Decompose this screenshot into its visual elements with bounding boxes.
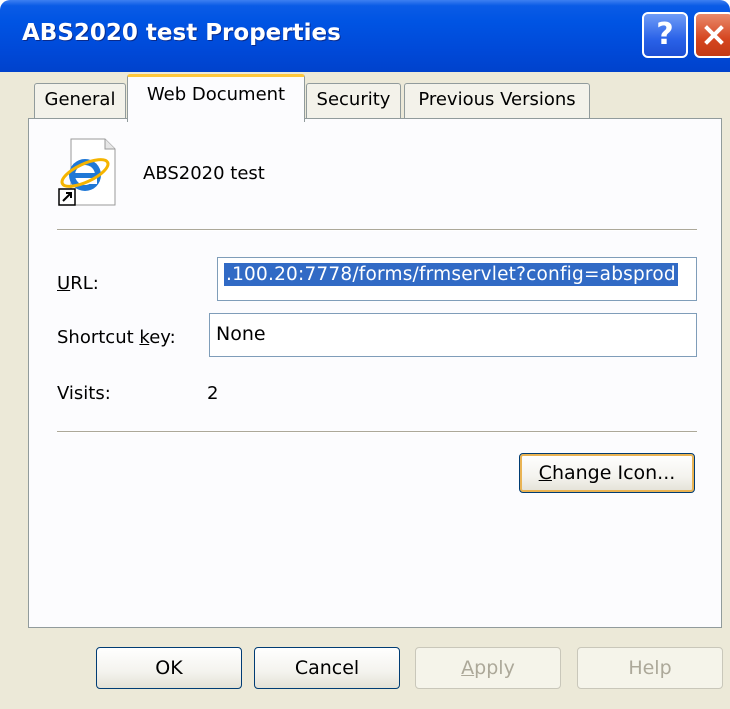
change-icon-label: Change Icon...: [538, 462, 676, 484]
help-title-button[interactable]: ?: [642, 12, 688, 58]
help-label: Help: [628, 657, 672, 679]
tab-label: Web Document: [146, 84, 286, 105]
close-icon: [704, 25, 724, 45]
shortcut-key-input[interactable]: None: [209, 313, 697, 357]
tab-label: Previous Versions: [418, 89, 576, 110]
apply-label: Apply: [461, 657, 515, 679]
change-icon-button[interactable]: Change Icon...: [519, 453, 695, 493]
url-input[interactable]: .100.20:7778/forms/frmservlet?config=abs…: [217, 257, 697, 301]
url-label: URL:: [57, 273, 99, 294]
close-button[interactable]: [694, 12, 730, 58]
tab-general[interactable]: General: [34, 83, 126, 121]
tab-security[interactable]: Security: [306, 83, 401, 121]
title-bar[interactable]: ABS2020 test Properties ?: [0, 0, 730, 72]
url-value: .100.20:7778/forms/frmservlet?config=abs…: [224, 263, 678, 286]
cancel-button[interactable]: Cancel: [254, 647, 400, 689]
visits-value: 2: [207, 383, 219, 404]
ok-label: OK: [155, 657, 183, 679]
web-document-panel: ABS2020 test URL: .100.20:7778/forms/frm…: [28, 118, 722, 628]
shortcut-key-value: None: [216, 323, 266, 345]
shortcut-name: ABS2020 test: [143, 163, 265, 184]
internet-explorer-shortcut-icon: [58, 138, 116, 206]
shortcut-icon-container: [55, 137, 119, 207]
ok-button[interactable]: OK: [96, 647, 242, 689]
tab-web-document[interactable]: Web Document: [127, 74, 305, 122]
tab-label: General: [44, 89, 116, 110]
shortcut-key-label: Shortcut key:: [57, 327, 176, 348]
divider: [57, 431, 697, 433]
visits-label: Visits:: [57, 383, 111, 404]
window-title: ABS2020 test Properties: [22, 20, 341, 46]
tab-label: Security: [316, 89, 391, 110]
tab-previous-versions[interactable]: Previous Versions: [404, 83, 590, 121]
help-button[interactable]: Help: [577, 647, 723, 689]
cancel-label: Cancel: [294, 657, 360, 679]
divider: [57, 229, 697, 231]
apply-button[interactable]: Apply: [415, 647, 561, 689]
question-icon: ?: [656, 17, 674, 52]
